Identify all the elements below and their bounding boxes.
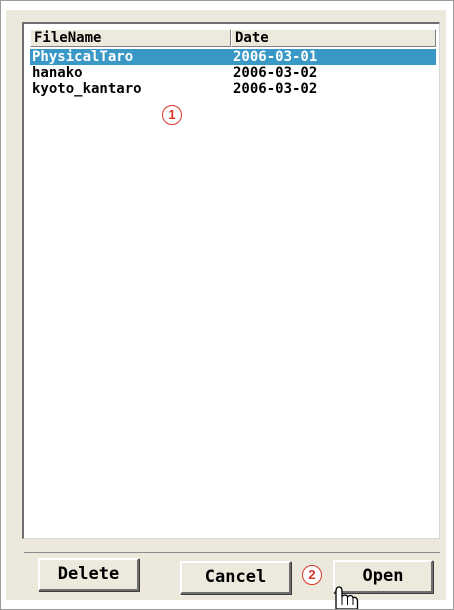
file-date: 2006-03-02 (233, 65, 318, 81)
file-name: PhysicalTaro (32, 49, 134, 65)
callout-marker-2: 2 (302, 565, 322, 585)
file-name: hanako (32, 65, 83, 81)
file-name: kyoto_kantaro (32, 81, 142, 97)
file-row[interactable]: PhysicalTaro 2006-03-01 (30, 49, 436, 65)
delete-button[interactable]: Delete (38, 558, 139, 591)
file-row[interactable]: hanako 2006-03-02 (30, 65, 436, 81)
column-header-date[interactable]: Date (231, 29, 436, 47)
button-bar: Delete Cancel Open (24, 552, 440, 595)
file-list[interactable]: FileName Date PhysicalTaro 2006-03-01 ha… (22, 22, 440, 539)
file-row[interactable]: kyoto_kantaro 2006-03-02 (30, 81, 436, 97)
file-date: 2006-03-01 (233, 49, 318, 65)
column-header-filename[interactable]: FileName (30, 29, 231, 47)
hand-pointer-icon (335, 586, 359, 609)
file-list-header: FileName Date (30, 29, 437, 47)
cancel-button[interactable]: Cancel (180, 561, 291, 594)
callout-marker-1: 1 (162, 105, 182, 125)
file-date: 2006-03-02 (233, 81, 318, 97)
